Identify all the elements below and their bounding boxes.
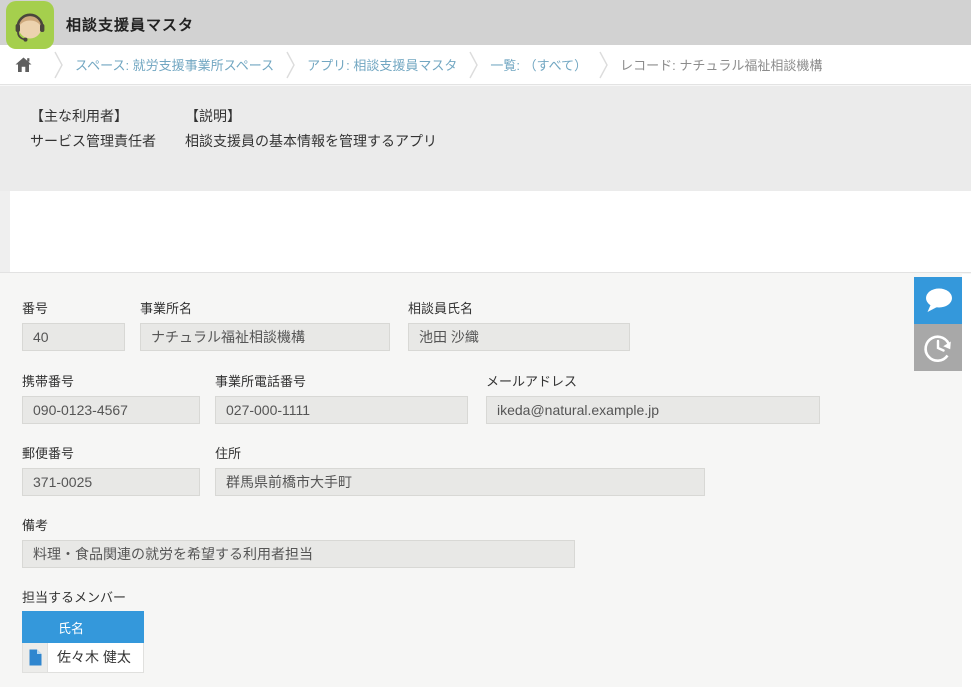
field-email-value: ikeda@natural.example.jp [486, 396, 820, 424]
breadcrumb-space-link[interactable]: スペース: 就労支援事業所スペース [75, 55, 274, 74]
field-office-name-label: 事業所名 [140, 298, 390, 317]
field-counselor-name-label: 相談員氏名 [408, 298, 630, 317]
side-panel-edge [962, 274, 971, 687]
record-detail: 番号 40 事業所名 ナチュラル福祉相談機構 相談員氏名 池田 沙織 携帯番号 … [0, 272, 971, 687]
history-icon [914, 324, 962, 371]
table-row: 佐々木 健太 [22, 643, 144, 673]
field-note-label: 備考 [22, 515, 575, 534]
description-heading: 【説明】 [185, 104, 437, 129]
breadcrumb-separator-icon [54, 51, 63, 79]
field-address-value: 群馬県前橋市大手町 [215, 468, 705, 496]
breadcrumb-view-link[interactable]: 一覧: （すべて） [490, 55, 587, 74]
description-heading: 【主な利用者】 [30, 104, 156, 129]
field-counselor-name-value: 池田 沙織 [408, 323, 630, 351]
member-name-cell: 佐々木 健太 [48, 643, 144, 673]
description-body: サービス管理責任者 [30, 129, 156, 154]
breadcrumb-record-current: レコード: ナチュラル福祉相談機構 [620, 55, 822, 74]
breadcrumb-separator-icon [469, 51, 478, 79]
field-number-value: 40 [22, 323, 125, 351]
row-detail-button[interactable] [22, 643, 48, 673]
field-address: 住所 群馬県前橋市大手町 [215, 443, 705, 496]
comments-button[interactable] [914, 277, 962, 324]
field-mobile: 携帯番号 090-0123-4567 [22, 371, 200, 424]
field-number-label: 番号 [22, 298, 125, 317]
field-postal-code: 郵便番号 371-0025 [22, 443, 200, 496]
field-office-phone-value: 027-000-1111 [215, 396, 468, 424]
home-icon[interactable] [15, 57, 32, 73]
app-window: 相談支援員マスタ スペース: 就労支援事業所スペース アプリ: 相談支援員マスタ… [0, 0, 971, 687]
document-icon [29, 649, 42, 666]
field-mobile-label: 携帯番号 [22, 371, 200, 390]
app-icon [6, 1, 54, 49]
field-address-label: 住所 [215, 443, 705, 462]
record-toolbar [10, 191, 971, 272]
field-office-phone: 事業所電話番号 027-000-1111 [215, 371, 468, 424]
subtable-header-cell: 氏名 [22, 611, 144, 643]
headset-operator-icon [6, 1, 54, 49]
field-note-value: 料理・食品関連の就労を希望する利用者担当 [22, 540, 575, 568]
field-note: 備考 料理・食品関連の就労を希望する利用者担当 [22, 515, 575, 568]
breadcrumb-separator-icon [286, 51, 295, 79]
description-users-column: 【主な利用者】 サービス管理責任者 [30, 104, 156, 154]
field-office-phone-label: 事業所電話番号 [215, 371, 468, 390]
field-postal-code-label: 郵便番号 [22, 443, 200, 462]
field-office-name-value: ナチュラル福祉相談機構 [140, 323, 390, 351]
field-counselor-name: 相談員氏名 池田 沙織 [408, 298, 630, 351]
description-about-column: 【説明】 相談支援員の基本情報を管理するアプリ [185, 104, 437, 154]
breadcrumb: スペース: 就労支援事業所スペース アプリ: 相談支援員マスタ 一覧: （すべて… [0, 45, 971, 85]
record-toolbar-area [0, 191, 971, 272]
breadcrumb-app-link[interactable]: アプリ: 相談支援員マスタ [307, 55, 457, 74]
description-body: 相談支援員の基本情報を管理するアプリ [185, 129, 437, 154]
side-tools [914, 277, 962, 371]
field-mobile-value: 090-0123-4567 [22, 396, 200, 424]
field-postal-code-value: 371-0025 [22, 468, 200, 496]
history-button[interactable] [914, 324, 962, 371]
comment-icon [914, 277, 962, 324]
app-description: 【主な利用者】 サービス管理責任者 【説明】 相談支援員の基本情報を管理するアプ… [0, 86, 971, 191]
field-office-name: 事業所名 ナチュラル福祉相談機構 [140, 298, 390, 351]
members-subtable: 氏名 佐々木 健太 [22, 611, 144, 673]
page-title: 相談支援員マスタ [66, 14, 194, 35]
breadcrumb-separator-icon [599, 51, 608, 79]
field-email: メールアドレス ikeda@natural.example.jp [486, 371, 820, 424]
field-number: 番号 40 [22, 298, 125, 351]
app-header: 相談支援員マスタ [0, 0, 971, 45]
field-email-label: メールアドレス [486, 371, 820, 390]
members-subtable-label: 担当するメンバー [22, 587, 126, 606]
